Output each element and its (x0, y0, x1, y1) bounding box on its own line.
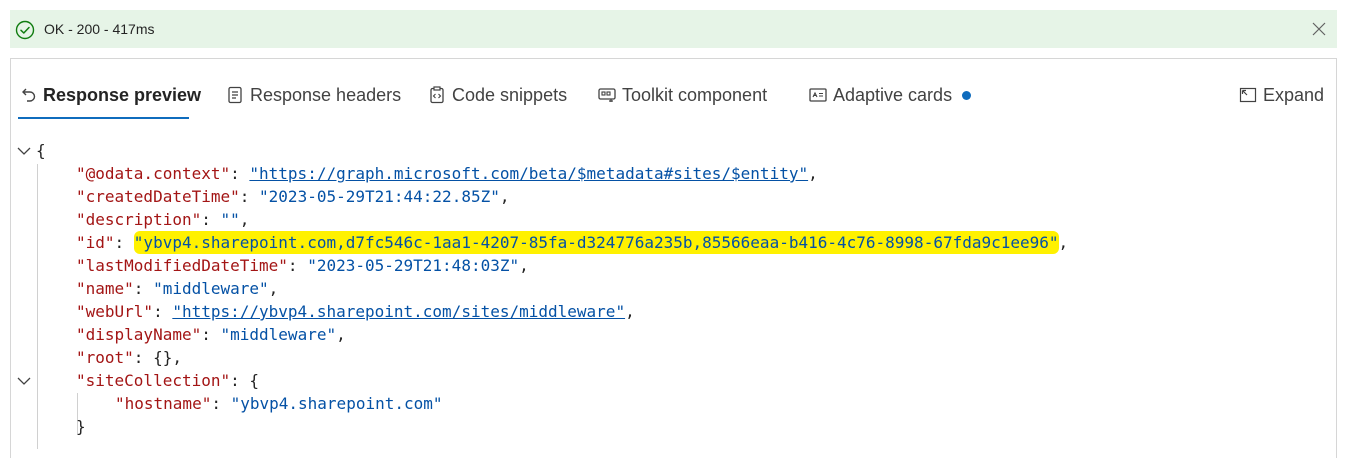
tab-code-snippets[interactable]: Code snippets (427, 83, 567, 107)
json-key: "displayName" (76, 325, 202, 344)
tab-label: Response headers (250, 84, 402, 105)
toolkit-icon (598, 88, 616, 102)
code-clipboard-icon (430, 86, 444, 104)
notification-dot (962, 90, 972, 100)
json-key: "createdDateTime" (76, 187, 240, 206)
json-viewer: { "@odata.context": "https://graph.micro… (11, 137, 1336, 467)
json-value-highlighted: "ybvp4.sharepoint.com,d7fc546c-1aa1-4207… (133, 231, 1059, 254)
expand-icon (1239, 87, 1257, 103)
json-trail: , (625, 302, 635, 321)
json-value: {} (153, 348, 173, 367)
chevron-down-icon[interactable] (16, 373, 32, 389)
json-row: "root": {}, (76, 348, 182, 367)
json-trail: , (808, 164, 818, 183)
tab-label: Code snippets (452, 84, 568, 105)
json-key: "webUrl" (76, 302, 154, 321)
response-tabs: Response preview Response headers Code s… (11, 59, 1336, 125)
json-value: "ybvp4.sharepoint.com" (230, 394, 443, 413)
json-row: "siteCollection": { (76, 371, 260, 390)
json-trail: , (1058, 233, 1069, 252)
json-row: "createdDateTime": "2023-05-29T21:44:22.… (76, 187, 510, 206)
json-value: "middleware" (220, 325, 337, 344)
json-key: "name" (76, 279, 134, 298)
undo-arrow-icon (22, 88, 36, 102)
json-value-link[interactable]: "https://graph.microsoft.com/beta/$metad… (249, 164, 808, 183)
json-key: "description" (76, 210, 202, 229)
tab-label: Adaptive cards (833, 84, 953, 105)
json-trail: , (499, 187, 510, 206)
json-close-brace: } (76, 417, 86, 436)
active-tab-indicator (18, 117, 189, 119)
close-icon[interactable] (1311, 21, 1327, 37)
card-icon (809, 88, 827, 102)
tab-response-headers[interactable]: Response headers (225, 83, 401, 107)
json-key: "siteCollection" (76, 371, 231, 390)
json-row: "displayName": "middleware", (76, 325, 346, 344)
json-trail: , (336, 325, 346, 344)
json-value: { (249, 371, 260, 390)
status-text: OK - 200 - 417ms (44, 21, 155, 37)
json-row: "lastModifiedDateTime": "2023-05-29T21:4… (76, 256, 529, 275)
json-trail: , (519, 256, 529, 275)
json-trail: , (268, 279, 279, 298)
document-list-icon (228, 86, 242, 104)
tab-response-preview[interactable]: Response preview (18, 83, 201, 107)
tab-adaptive-cards[interactable]: Adaptive cards (808, 83, 972, 107)
tab-label: Expand (1263, 84, 1325, 105)
json-key: "root" (76, 348, 134, 367)
json-row: "webUrl": "https://ybvp4.sharepoint.com/… (76, 302, 635, 321)
json-row: "@odata.context": "https://graph.microso… (76, 164, 818, 183)
json-key: "hostname" (115, 394, 212, 413)
json-open-brace: { (36, 141, 46, 160)
json-value: "middleware" (153, 279, 269, 298)
json-key: "@odata.context" (76, 164, 231, 183)
json-row: "hostname": "ybvp4.sharepoint.com" (115, 394, 443, 413)
json-row: "id": "ybvp4.sharepoint.com,d7fc546c-1aa… (76, 231, 1069, 254)
indent-guide (37, 164, 38, 449)
tab-label: Response preview (43, 84, 202, 105)
json-row: "name": "middleware", (76, 279, 279, 298)
response-panel: Response preview Response headers Code s… (10, 58, 1337, 458)
json-key: "lastModifiedDateTime" (76, 256, 288, 275)
json-value-link[interactable]: "https://ybvp4.sharepoint.com/sites/midd… (172, 302, 625, 321)
json-value: "2023-05-29T21:44:22.85Z" (259, 187, 500, 206)
json-value: "2023-05-29T21:48:03Z" (307, 256, 520, 275)
expand-button[interactable]: Expand (1238, 83, 1324, 107)
json-value: "" (220, 210, 240, 229)
check-circle-icon (15, 20, 35, 40)
json-row: "description": "", (76, 210, 250, 229)
status-bar: OK - 200 - 417ms (10, 10, 1337, 48)
tab-label: Toolkit component (622, 84, 768, 105)
chevron-down-icon[interactable] (16, 143, 32, 159)
tab-toolkit-component[interactable]: Toolkit component (597, 83, 767, 107)
json-trail: , (239, 210, 250, 229)
json-key: "id" (76, 233, 115, 252)
json-trail: , (172, 348, 182, 367)
